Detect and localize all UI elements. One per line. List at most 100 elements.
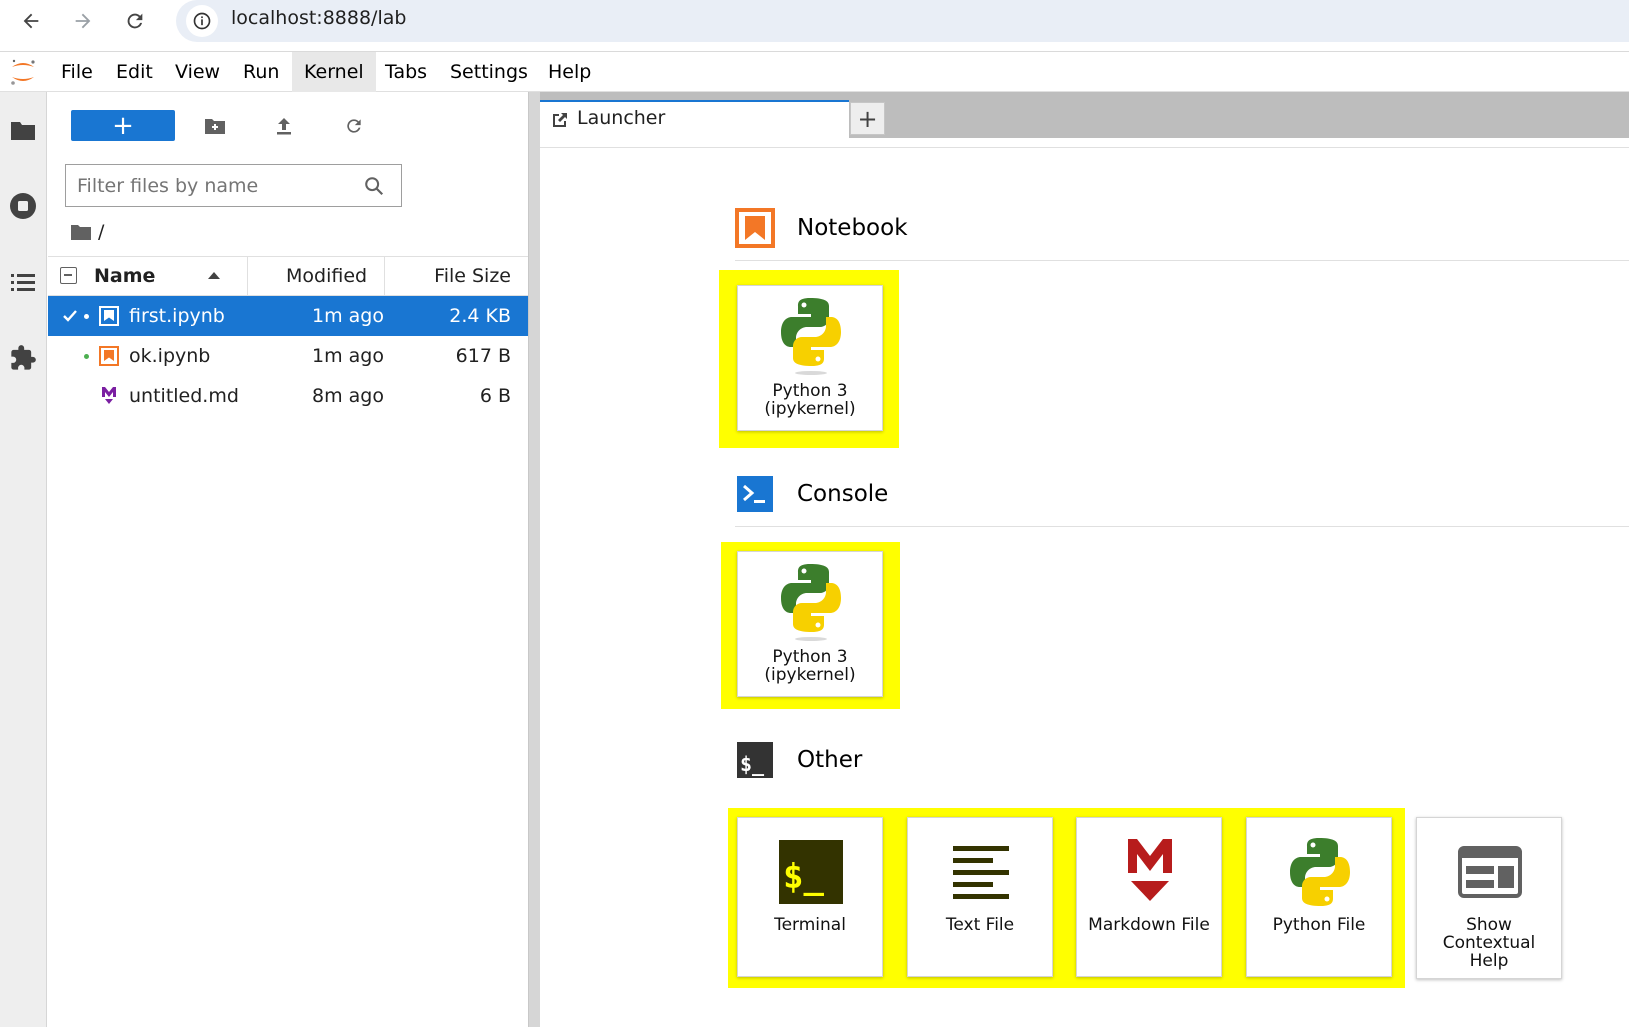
url-text: localhost:8888/lab <box>231 7 407 29</box>
menu-run[interactable]: Run <box>235 52 287 92</box>
column-divider[interactable] <box>384 257 385 297</box>
file-row-untitled-md[interactable]: untitled.md 8m ago 6 B <box>48 376 528 416</box>
menu-view[interactable]: View <box>167 52 228 92</box>
search-icon <box>365 177 384 196</box>
notebook-section-header: Notebook <box>735 206 908 250</box>
notebook-python3-card[interactable]: Python 3 (ipykernel) <box>737 285 883 431</box>
console-python3-card[interactable]: Python 3 (ipykernel) <box>737 551 883 697</box>
sort-ascending-icon <box>208 272 220 279</box>
menu-edit[interactable]: Edit <box>108 52 161 92</box>
section-title: Notebook <box>797 215 908 241</box>
file-row-ok-ipynb[interactable]: ok.ipynb 1m ago 617 B <box>48 336 528 376</box>
extensions-puzzle-icon[interactable] <box>8 343 38 373</box>
file-browser-panel: + Filter files by name / Name Modified F… <box>48 92 528 1027</box>
contextual-help-card[interactable]: Show Contextual Help <box>1416 817 1562 979</box>
card-label-line: (ipykernel) <box>764 665 856 685</box>
card-label-line: Help <box>1469 951 1509 971</box>
markdown-file-icon <box>102 387 116 404</box>
new-folder-button[interactable] <box>198 110 232 141</box>
notebook-file-icon <box>99 346 119 366</box>
card-label: Text File <box>945 915 1015 935</box>
new-tab-button[interactable]: + <box>850 102 885 135</box>
breadcrumb-root: / <box>98 221 105 243</box>
file-size: 2.4 KB <box>449 305 511 327</box>
file-row-first-ipynb[interactable]: first.ipynb 1m ago 2.4 KB <box>48 296 528 336</box>
file-modified: 1m ago <box>312 305 384 327</box>
file-browser-tab-icon[interactable] <box>8 115 38 145</box>
card-label-line: Python 3 <box>772 381 848 401</box>
text-file-card[interactable]: Text File <box>907 817 1053 977</box>
select-all-checkbox[interactable] <box>60 267 77 284</box>
notebook-icon <box>735 208 775 248</box>
tab-content-top <box>540 138 1629 148</box>
card-label: Markdown File <box>1088 915 1210 935</box>
address-bar[interactable]: localhost:8888/lab <box>176 0 1629 42</box>
jupyter-logo-icon <box>11 59 35 85</box>
reload-icon <box>127 13 143 29</box>
svg-text:$_: $_ <box>740 752 765 776</box>
menu-bar: File Edit View Run Kernel Tabs Settings … <box>0 52 1629 92</box>
file-list-header: Name Modified File Size <box>48 256 528 297</box>
card-label: Show Contextual Help <box>1417 916 1561 970</box>
card-label-line: (ipykernel) <box>764 399 856 419</box>
left-activity-bar <box>0 92 47 1027</box>
file-modified: 8m ago <box>312 385 384 407</box>
back-button[interactable] <box>14 4 48 38</box>
refresh-icon <box>347 118 361 133</box>
file-name: untitled.md <box>129 385 239 407</box>
file-name: first.ipynb <box>129 305 225 327</box>
table-of-contents-icon[interactable] <box>8 267 38 297</box>
column-file-size[interactable]: File Size <box>434 265 511 287</box>
text-file-icon <box>946 832 1016 912</box>
tab-launcher[interactable]: Launcher <box>540 100 849 138</box>
menu-file[interactable]: File <box>53 52 101 92</box>
menu-settings[interactable]: Settings <box>442 52 536 92</box>
new-launcher-label: + <box>112 110 134 141</box>
column-modified[interactable]: Modified <box>286 265 367 287</box>
terminal-card[interactable]: $_ Terminal <box>737 817 883 977</box>
python-icon <box>776 562 846 642</box>
reload-button[interactable] <box>118 4 152 38</box>
python-icon <box>776 296 846 376</box>
section-divider <box>735 260 1629 261</box>
notebook-file-icon <box>99 306 119 326</box>
running-sessions-icon[interactable] <box>8 191 38 221</box>
card-label-line: Show <box>1466 915 1512 935</box>
site-info-icon[interactable] <box>186 5 218 37</box>
launcher-panel: Notebook Python 3 (ipykernel) Console Py… <box>540 149 1629 1027</box>
home-folder-icon <box>71 225 91 240</box>
forward-button[interactable] <box>66 4 100 38</box>
menu-kernel[interactable]: Kernel <box>292 52 376 92</box>
filter-placeholder: Filter files by name <box>77 175 259 197</box>
other-section-header: $_ Other <box>735 738 862 782</box>
file-name: ok.ipynb <box>129 345 211 367</box>
refresh-button[interactable] <box>337 110 371 141</box>
menu-help[interactable]: Help <box>540 52 599 92</box>
main-tab-bar: Launcher + <box>540 92 1629 138</box>
section-divider <box>735 526 1629 527</box>
upload-button[interactable] <box>267 110 301 141</box>
file-modified: 1m ago <box>312 345 384 367</box>
python-file-card[interactable]: Python File <box>1246 817 1392 977</box>
running-indicator <box>84 354 89 359</box>
new-launcher-button[interactable]: + <box>71 110 175 141</box>
column-name[interactable]: Name <box>94 265 155 287</box>
menu-tabs[interactable]: Tabs <box>377 52 435 92</box>
breadcrumb[interactable]: / <box>70 220 104 244</box>
arrow-right-icon <box>75 13 91 29</box>
panel-resize-handle[interactable] <box>528 92 540 1027</box>
checkmark-icon[interactable] <box>61 307 79 325</box>
new-folder-icon <box>205 118 225 134</box>
markdown-file-card[interactable]: Markdown File <box>1076 817 1222 977</box>
filter-files-input[interactable]: Filter files by name <box>65 164 402 207</box>
console-section-header: Console <box>735 472 888 516</box>
contextual-help-icon <box>1455 832 1525 912</box>
file-size: 6 B <box>479 385 511 407</box>
launcher-icon <box>553 113 567 127</box>
card-label: Python 3 (ipykernel) <box>738 382 882 418</box>
column-divider[interactable] <box>247 257 248 297</box>
new-tab-label: + <box>857 104 878 133</box>
file-size: 617 B <box>455 345 511 367</box>
other-terminal-icon: $_ <box>735 740 775 780</box>
svg-text:$_: $_ <box>783 857 824 897</box>
